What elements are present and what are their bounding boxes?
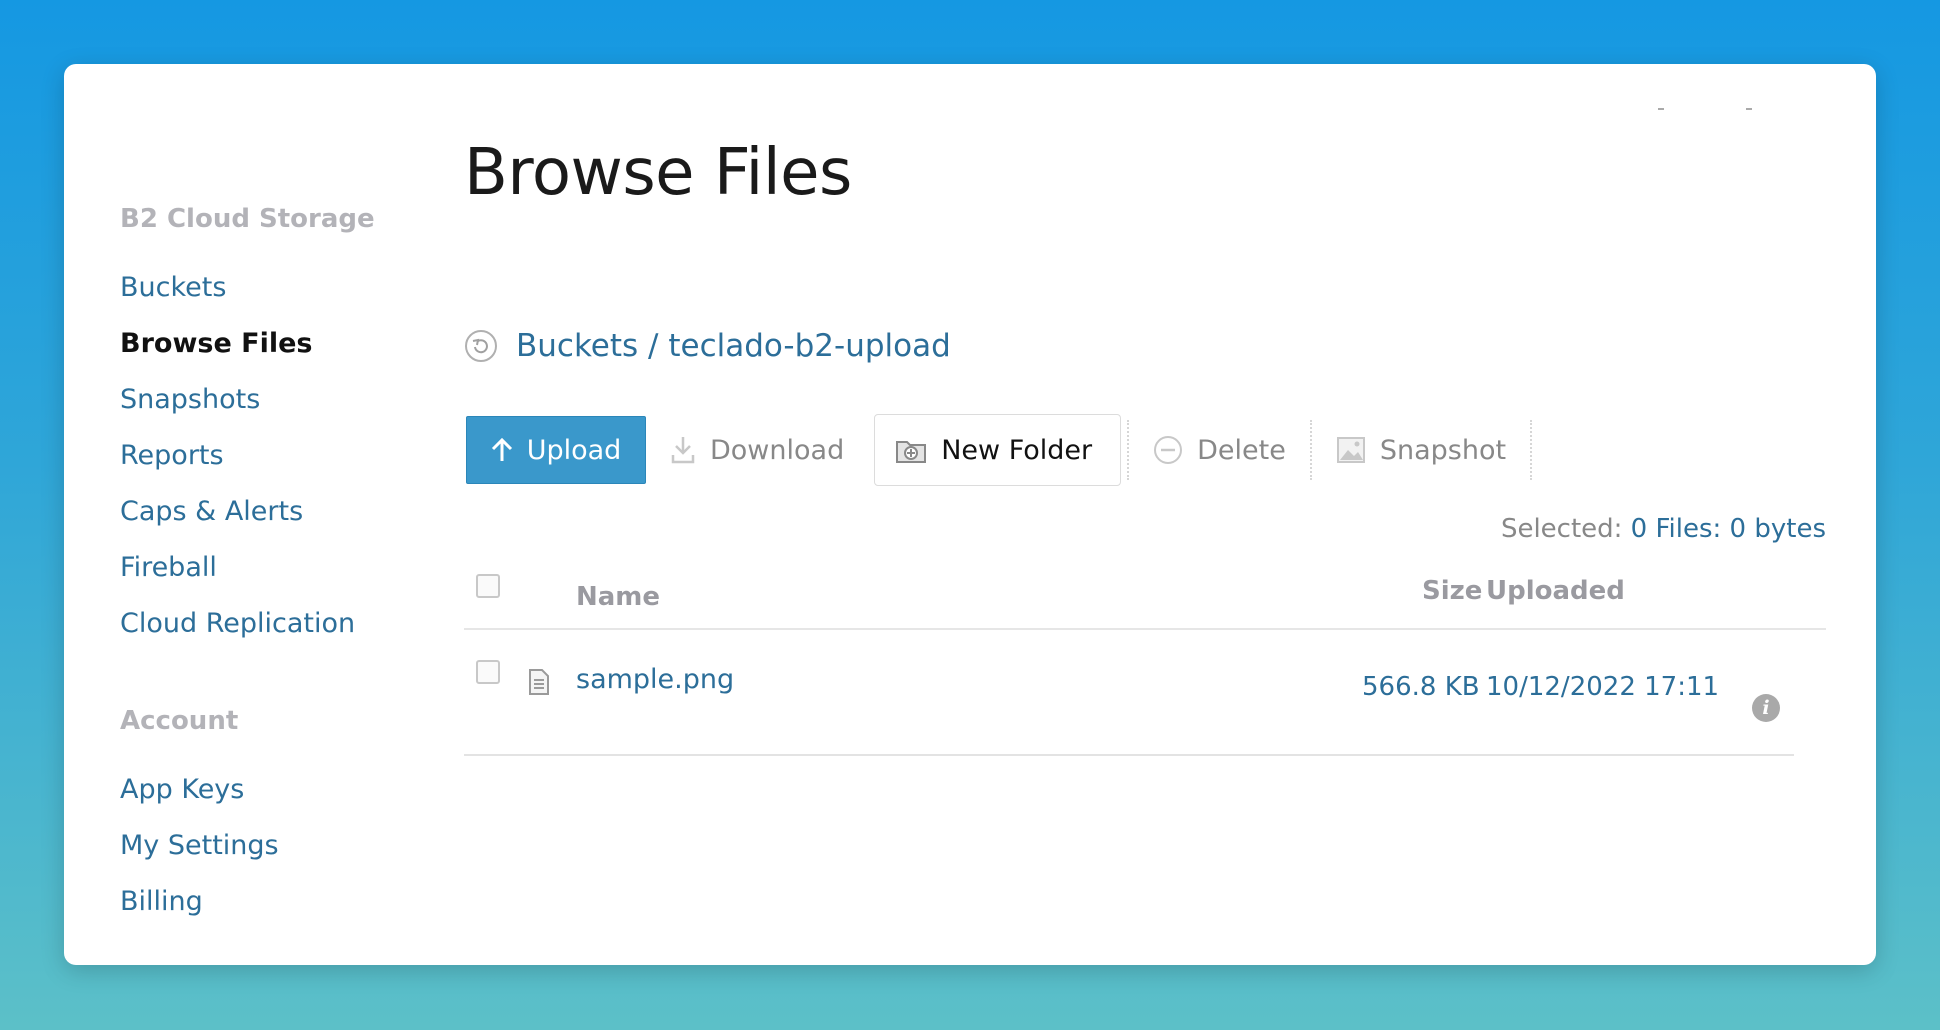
- selection-value: 0 Files: 0 bytes: [1630, 514, 1826, 544]
- file-name[interactable]: sample.png: [576, 664, 734, 695]
- main-panel: B2 Cloud Storage Buckets Browse Files Sn…: [64, 64, 1876, 965]
- sidebar-item-snapshots[interactable]: Snapshots: [120, 372, 440, 428]
- sidebar-item-billing[interactable]: Billing: [120, 874, 440, 930]
- arrow-up-icon: [491, 437, 512, 461]
- top-right-mark: [1658, 108, 1664, 110]
- snapshot-button[interactable]: Snapshot: [1312, 414, 1530, 486]
- toolbar: Upload Download New Folder Delete Snapsh…: [466, 414, 1533, 486]
- refresh-icon[interactable]: [464, 329, 498, 363]
- file-table: Name Size Uploaded sample.png 566.8 KB 1…: [464, 574, 1826, 756]
- row-checkbox[interactable]: [476, 660, 500, 684]
- info-icon[interactable]: i: [1752, 694, 1780, 722]
- selection-label: Selected:: [1500, 514, 1623, 544]
- column-header-size[interactable]: Size: [1422, 576, 1482, 606]
- download-label: Download: [710, 434, 845, 466]
- download-icon: [671, 437, 695, 464]
- new-folder-label: New Folder: [941, 434, 1093, 466]
- folder-add-icon: [896, 441, 927, 463]
- sidebar-item-my-settings[interactable]: My Settings: [120, 818, 440, 874]
- image-icon: [1336, 437, 1365, 463]
- column-header-uploaded[interactable]: Uploaded: [1486, 576, 1625, 606]
- file-size: 566.8 KB: [1362, 672, 1480, 702]
- top-right-mark: [1746, 108, 1752, 110]
- breadcrumb: Buckets / teclado-b2-upload: [464, 328, 951, 364]
- upload-button[interactable]: Upload: [466, 416, 646, 484]
- toolbar-divider: [1530, 420, 1533, 480]
- sidebar-item-app-keys[interactable]: App Keys: [120, 762, 440, 818]
- sidebar-item-browse-files[interactable]: Browse Files: [120, 316, 440, 372]
- sidebar-item-fireball[interactable]: Fireball: [120, 540, 440, 596]
- upload-label: Upload: [526, 434, 622, 466]
- sidebar-heading-account: Account: [120, 706, 239, 736]
- delete-label: Delete: [1197, 434, 1286, 466]
- sidebar-heading-b2: B2 Cloud Storage: [120, 204, 375, 234]
- breadcrumb-path[interactable]: Buckets / teclado-b2-upload: [516, 328, 951, 364]
- sidebar-item-reports[interactable]: Reports: [120, 428, 440, 484]
- select-all-checkbox[interactable]: [476, 574, 500, 598]
- page-title: Browse Files: [464, 136, 852, 210]
- table-row[interactable]: sample.png 566.8 KB 10/12/2022 17:11 i: [464, 630, 1794, 756]
- delete-button[interactable]: Delete: [1129, 414, 1310, 486]
- sidebar-item-caps-alerts[interactable]: Caps & Alerts: [120, 484, 440, 540]
- file-uploaded: 10/12/2022 17:11: [1486, 672, 1720, 702]
- minus-circle-icon: [1154, 436, 1183, 464]
- download-button[interactable]: Download: [646, 414, 868, 486]
- sidebar-account-group: Account App Keys My Settings Billing: [120, 706, 440, 930]
- sidebar-item-buckets[interactable]: Buckets: [120, 260, 440, 316]
- table-header: Name Size Uploaded: [464, 574, 1826, 630]
- selection-summary: Selected: 0 Files: 0 bytes: [1501, 514, 1826, 544]
- snapshot-label: Snapshot: [1379, 434, 1507, 466]
- column-header-name[interactable]: Name: [576, 582, 660, 612]
- sidebar-item-cloud-replication[interactable]: Cloud Replication: [120, 596, 440, 652]
- sidebar: B2 Cloud Storage Buckets Browse Files Sn…: [120, 204, 440, 930]
- new-folder-button[interactable]: New Folder: [874, 414, 1122, 486]
- file-icon: [529, 669, 549, 695]
